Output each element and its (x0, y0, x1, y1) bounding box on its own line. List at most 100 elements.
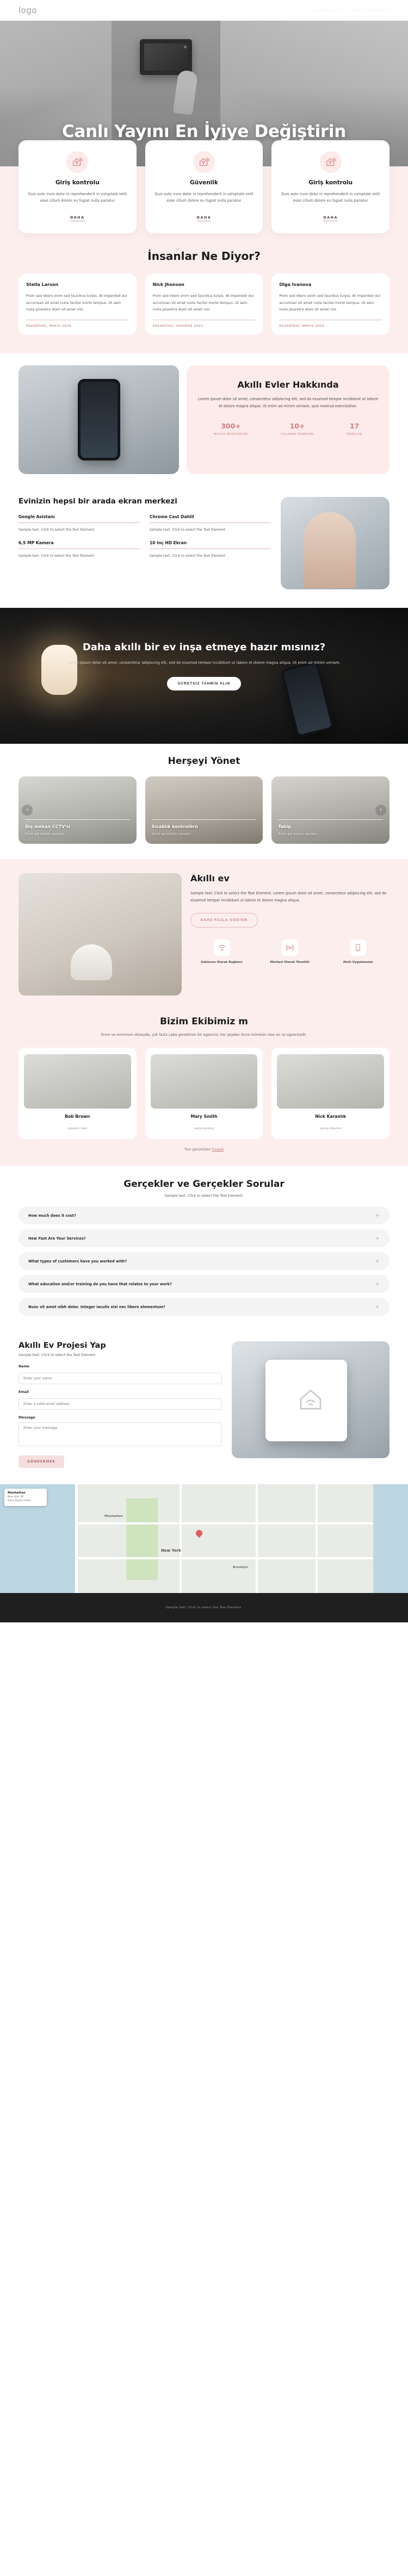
screen-feature-text: Sample text. Click to select the Text El… (18, 553, 95, 558)
message-field[interactable] (18, 1422, 222, 1447)
avatar (24, 1054, 131, 1109)
cta-title: Daha akıllı bir ev inşa etmeye hazır mıs… (82, 641, 326, 653)
nav-item-home-page[interactable]: HOME PAGE (314, 8, 341, 13)
features-testimonials-band: Giriş kontrolu Duis aute irure dolor in … (0, 140, 408, 353)
feature-card-more-link[interactable]: DAHA (323, 216, 338, 222)
stat-label: MUTLU MÜŞTERİLER (214, 433, 248, 436)
mobile-app-icon (350, 939, 367, 956)
map-road (75, 1557, 373, 1560)
cta-section: Daha akıllı bir ev inşa etmeye hazır mıs… (0, 607, 408, 744)
team-credit-link[interactable]: freepik (212, 1148, 224, 1152)
about-section: Akıllı Evler Hakkında Lorem ipsum dolor … (0, 353, 408, 488)
manage-card-subtitle: Enim ad minim veniam (278, 832, 317, 836)
manage-card-title: Takip (278, 824, 291, 829)
message-label: Message (18, 1416, 35, 1420)
map-label: New York (161, 1548, 181, 1553)
smart-icon-label: Merkezi Olarak Yönetilir (270, 960, 310, 964)
team-title: Bizim Ekibimiz m (160, 1016, 248, 1027)
smart-home-section: Akıllı ev Sample text. Click to select t… (0, 858, 408, 1011)
cta-content: Daha akıllı bir ev inşa etmeye hazır mıs… (0, 641, 408, 691)
smart-home-wifi-icon (319, 151, 342, 173)
faq-question: What education and/or training do you ha… (28, 1281, 172, 1286)
submit-button[interactable]: GÖNDERMEK (18, 1455, 65, 1469)
faq-item[interactable]: What types of customers have you worked … (18, 1252, 390, 1271)
hero-title: Canlı Yayını En İyiye Değiştirin (62, 122, 346, 141)
feature-card-more-link[interactable]: DAHA (70, 216, 85, 222)
map-road (256, 1484, 258, 1594)
plus-icon[interactable]: + (375, 1304, 380, 1310)
map-card-title: Manhattan (8, 1491, 26, 1495)
feature-card-title: Güvenlik (190, 179, 218, 186)
manage-carousel: ‹ Dış mekan CCTV'si Enim ad minim veniam… (0, 776, 408, 844)
map-road (75, 1522, 373, 1525)
screen-feature-title: Google Asistanı (18, 514, 55, 519)
testimonial-card: Nick Jhonson Proin sed libero enim sed f… (145, 273, 263, 335)
avatar (277, 1054, 385, 1109)
feature-card[interactable]: Güvenlik Duis aute irure dolor in repreh… (145, 140, 263, 234)
team-member-role: sahne liderleri (319, 1127, 342, 1131)
feature-card[interactable]: Giriş kontrolu Duis aute irure dolor in … (271, 140, 390, 234)
screen-feature: 10 inç HD Ekran Sample text. Click to se… (150, 540, 271, 559)
faq-item[interactable]: Nunc sit amet nibh dolor. Integer iaculi… (18, 1298, 390, 1316)
manage-card[interactable]: Sıcaklık kontrolörü Enim ad minim veniam (145, 776, 263, 844)
plus-icon[interactable]: + (375, 1258, 380, 1264)
logo[interactable]: logo (18, 5, 37, 15)
faq-item[interactable]: How Fast Are Your Services? + (18, 1229, 390, 1248)
testimonial-text: Proin sed libero enim sed faucibus turpi… (279, 294, 380, 312)
map-label: Brooklyn (233, 1566, 248, 1570)
divider (278, 819, 384, 820)
screen-center-title: Evinizin hepsi bir arada ekran merkezi (18, 496, 177, 506)
manage-card-title: Dış mekan CCTV'si (25, 824, 71, 829)
feature-card-more-link[interactable]: DAHA (196, 216, 212, 222)
map-road (75, 1484, 78, 1594)
team-member-card: Mary Smith satış müdürü (145, 1048, 263, 1140)
show-more-button[interactable]: DAHA FAZLA GÖSTER (190, 912, 258, 928)
map-card-line2[interactable]: Daha büyük harita (8, 1499, 44, 1503)
faq-item[interactable]: What education and/or training do you ha… (18, 1275, 390, 1293)
screen-feature: Chrome Cast Dahili Sample text. Click to… (150, 514, 271, 533)
signal-icon (281, 939, 298, 956)
faq-question: How Fast Are Your Services? (28, 1236, 86, 1241)
feature-card[interactable]: Giriş kontrolu Duis aute irure dolor in … (18, 140, 137, 234)
map-info-card[interactable]: Manhattan New York, NY Daha büyük harita (4, 1489, 47, 1506)
stat-value: 10+ (289, 421, 305, 430)
cta-button[interactable]: ÜCRETSİZ TAHMİN ALIN (166, 677, 242, 691)
divider (151, 819, 257, 820)
feature-card-text: Duis aute irure dolor in reprehenderit i… (281, 192, 380, 203)
plus-icon[interactable]: + (375, 1212, 380, 1218)
site-header: logo HOME PAGE ABOUT COMPANY (0, 0, 408, 21)
screen-center-image (281, 496, 390, 589)
testimonial-text: Proin sed libero enim sed faucibus turpi… (26, 294, 127, 312)
testimonial-cards: Stella Larson Proin sed libero enim sed … (0, 273, 408, 353)
carousel-prev-icon[interactable]: ‹ (22, 804, 33, 816)
manage-card[interactable]: Takip Enim ad minim veniam (271, 776, 390, 844)
testimonial-date: PAZARTESI, HAZIRAN 2024 (152, 324, 203, 328)
testimonial-date: PAZARTESI, MAYIS 2024 (279, 324, 325, 328)
map-pin-icon[interactable] (194, 1528, 204, 1538)
site-footer: Sample text. Click to select the Text El… (0, 1593, 408, 1623)
team-members: Bob Brown yönetici lider Mary Smith satı… (18, 1048, 390, 1140)
plus-icon[interactable]: + (375, 1235, 380, 1241)
map-label: Manhattan (104, 1515, 123, 1519)
team-member-card: Bob Brown yönetici lider (18, 1048, 137, 1140)
stat-value: 300+ (221, 421, 241, 430)
manage-card[interactable]: Dış mekan CCTV'si Enim ad minim veniam (18, 776, 137, 844)
faq-question: How much does it cost? (28, 1213, 76, 1218)
name-field[interactable] (18, 1373, 222, 1385)
faq-subtitle: Sample text. Click to select the Text El… (164, 1193, 244, 1198)
plus-icon[interactable]: + (375, 1281, 380, 1287)
email-field[interactable] (18, 1398, 222, 1410)
about-content: Akıllı Evler Hakkında Lorem ipsum dolor … (187, 365, 390, 474)
testimonial-text: Proin sed libero enim sed faucibus turpi… (152, 294, 254, 312)
faq-title: Gerçekler ve Gerçekler Sorular (123, 1179, 285, 1190)
faq-item[interactable]: How much does it cost? + (18, 1206, 390, 1225)
nav-item-about-company[interactable]: ABOUT COMPANY (351, 8, 390, 13)
contact-subtitle: Sample text. Click to select the Text El… (18, 1353, 97, 1358)
map-section[interactable]: New York Manhattan Brooklyn Manhattan Ne… (0, 1484, 408, 1594)
divider (150, 522, 271, 523)
carousel-next-icon[interactable]: › (375, 804, 386, 816)
screen-feature-text: Sample text. Click to select the Text El… (150, 527, 226, 532)
screen-feature-title: Chrome Cast Dahili (150, 514, 194, 519)
about-title: Akıllı Evler Hakkında (237, 379, 339, 390)
screen-feature-text: Sample text. Click to select the Text El… (150, 553, 226, 558)
